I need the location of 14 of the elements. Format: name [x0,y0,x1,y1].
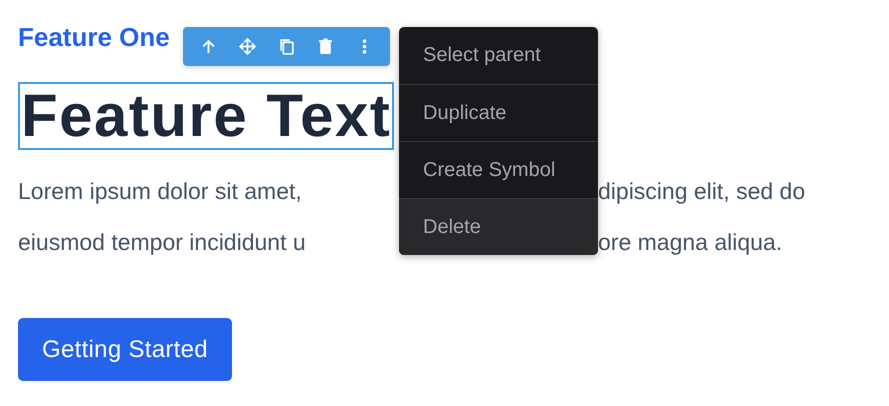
getting-started-button[interactable]: Getting Started [18,318,232,381]
paragraph-text: dipiscing elit, sed do [598,177,806,206]
menu-item[interactable]: Select parent [399,27,598,84]
trash-icon[interactable] [317,38,334,55]
copy-icon[interactable] [278,38,295,55]
arrow-up-icon[interactable] [200,38,217,55]
paragraph-text: eiusmod tempor incididunt u [18,229,306,255]
menu-item[interactable]: Duplicate [399,84,598,141]
section-label: Feature One [18,21,170,54]
paragraph-text: Lorem ipsum dolor sit amet, [18,178,302,204]
menu-item[interactable]: Delete [399,198,598,255]
move-icon[interactable] [239,38,256,55]
paragraph-text: ore magna aliqua. [598,228,782,257]
heading: Feature Text [18,82,394,150]
